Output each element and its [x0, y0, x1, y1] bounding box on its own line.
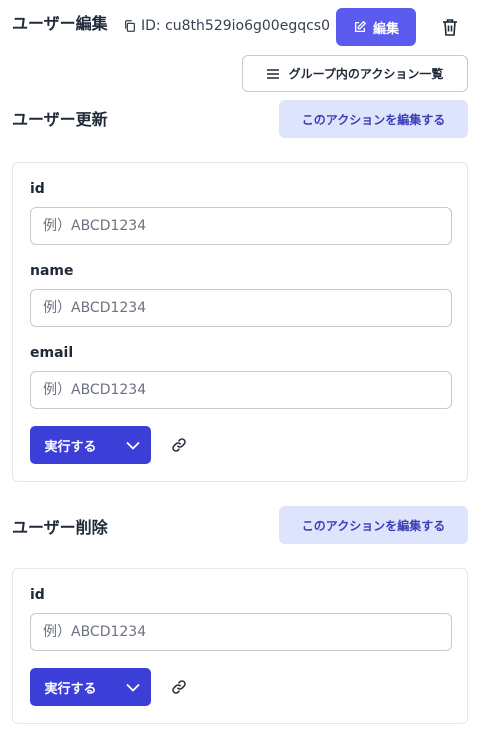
run-button-label: 実行する [44, 681, 97, 697]
menu-icon [266, 68, 279, 79]
link-icon [172, 680, 186, 694]
edit-action-button-update[interactable]: このアクションを編集する [279, 100, 468, 138]
run-options-toggle[interactable] [115, 426, 151, 464]
copy-link-button-update[interactable] [171, 437, 187, 453]
edit-action-button-delete[interactable]: このアクションを編集する [279, 506, 468, 544]
link-icon [172, 438, 186, 452]
record-id-text: ID: cu8th529io6g00egqcs0 [141, 18, 330, 34]
edit-button[interactable]: 編集 [336, 8, 416, 46]
edit-icon [354, 20, 367, 33]
name-input[interactable] [30, 289, 452, 327]
id-input[interactable] [30, 207, 452, 245]
chevron-down-icon [126, 683, 140, 692]
trash-icon [443, 19, 457, 36]
copy-link-button-delete[interactable] [171, 679, 187, 695]
chevron-down-icon [126, 441, 140, 450]
run-button-update[interactable]: 実行する [30, 426, 151, 464]
field-label-email: email [30, 345, 74, 361]
section-title-delete: ユーザー削除 [12, 518, 108, 537]
run-options-toggle[interactable] [115, 668, 151, 706]
run-button-delete[interactable]: 実行する [30, 668, 151, 706]
group-actions-button[interactable]: グループ内のアクション一覧 [242, 55, 468, 92]
action-card-delete: id 実行する [12, 568, 468, 724]
page-title: ユーザー編集 [12, 14, 108, 33]
group-actions-label: グループ内のアクション一覧 [288, 67, 444, 81]
action-card-update: id name email 実行する [12, 162, 468, 482]
delete-button[interactable] [436, 15, 464, 39]
field-label-id: id [30, 587, 45, 603]
field-label-name: name [30, 263, 74, 279]
edit-button-label: 編集 [372, 21, 399, 37]
copy-icon [125, 20, 135, 32]
record-id[interactable]: ID: cu8th529io6g00egqcs0 [123, 18, 330, 34]
email-input[interactable] [30, 371, 452, 409]
section-title-update: ユーザー更新 [12, 110, 108, 129]
run-button-label: 実行する [44, 439, 97, 455]
id-input[interactable] [30, 613, 452, 651]
field-label-id: id [30, 181, 45, 197]
